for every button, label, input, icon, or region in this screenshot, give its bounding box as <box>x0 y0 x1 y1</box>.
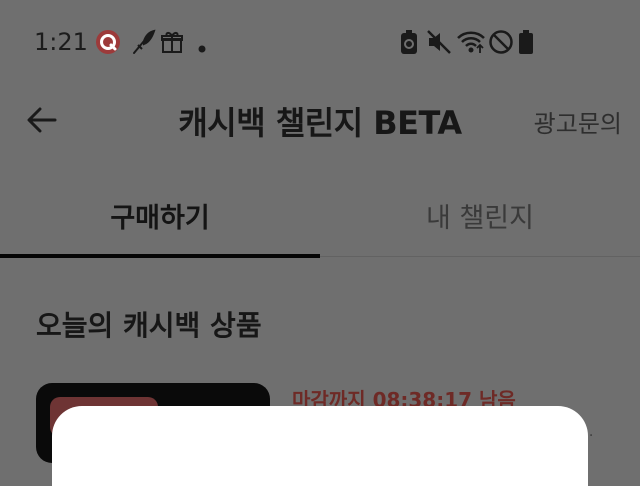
do-not-disturb-icon <box>488 29 514 59</box>
bottom-sheet[interactable] <box>52 406 588 486</box>
feather-icon <box>130 29 156 59</box>
wifi-icon <box>456 29 486 59</box>
tab-my-challenge[interactable]: 내 챌린지 <box>320 196 640 235</box>
mute-icon <box>426 29 452 59</box>
tab-bar: 구매하기 내 챌린지 <box>0 184 640 258</box>
status-time: 1:21 <box>34 28 88 56</box>
gift-icon <box>160 29 184 59</box>
ad-inquiry-link[interactable]: 광고문의 <box>534 104 622 139</box>
active-tab-indicator <box>0 254 320 258</box>
app-notification-icon <box>95 29 121 59</box>
section-title: 오늘의 캐시백 상품 <box>36 309 262 342</box>
tab-purchase[interactable]: 구매하기 <box>0 196 320 235</box>
dot-icon <box>198 38 206 57</box>
battery-saver-icon <box>400 29 418 59</box>
status-bar: 1:21 <box>0 0 640 84</box>
battery-icon <box>518 29 534 59</box>
app-bar: 캐시백 챌린지 BETA 광고문의 <box>0 84 640 154</box>
tab-divider <box>320 256 640 257</box>
